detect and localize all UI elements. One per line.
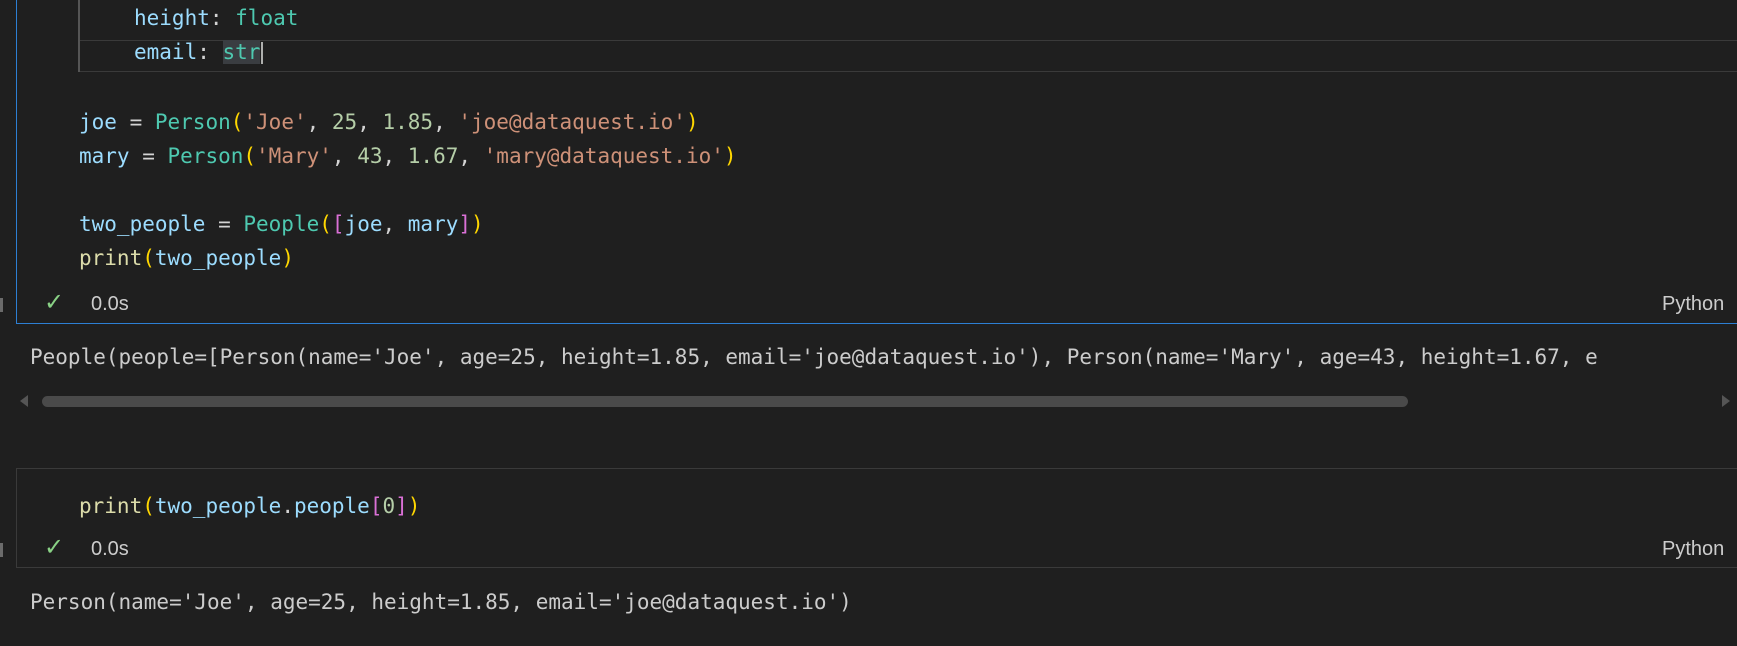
- language-selector[interactable]: Python: [1662, 293, 1724, 316]
- code-line-print[interactable]: print(two_people): [79, 246, 294, 270]
- current-line-highlight: [80, 40, 1737, 72]
- cell-output-text: Person(name='Joe', age=25, height=1.85, …: [30, 590, 852, 614]
- code-line-height[interactable]: height: float: [134, 6, 298, 30]
- scroll-left-arrow-icon[interactable]: [20, 395, 28, 407]
- execution-time: 0.0s: [91, 293, 129, 315]
- code-line-email[interactable]: email: str: [134, 40, 264, 64]
- cell-output-text: People(people=[Person(name='Joe', age=25…: [30, 345, 1598, 369]
- code-line-print-index[interactable]: print(two_people.people[0]): [79, 494, 420, 518]
- code-cell-2[interactable]: [16, 468, 1737, 568]
- scrollbar-thumb[interactable]: [42, 396, 1408, 407]
- text-cursor: [261, 42, 264, 64]
- code-line-joe[interactable]: joe = Person('Joe', 25, 1.85, 'joe@dataq…: [79, 110, 699, 134]
- cell-gutter-marker: [0, 543, 3, 557]
- code-line-two-people[interactable]: two_people = People([joe, mary]): [79, 212, 484, 236]
- cell-gutter-marker: [0, 298, 3, 312]
- success-check-icon: ✓: [44, 534, 65, 561]
- execution-time: 0.0s: [91, 538, 129, 560]
- success-check-icon: ✓: [44, 289, 65, 316]
- scroll-right-arrow-icon[interactable]: [1722, 395, 1730, 407]
- language-selector[interactable]: Python: [1662, 538, 1724, 561]
- code-line-mary[interactable]: mary = Person('Mary', 43, 1.67, 'mary@da…: [79, 144, 737, 168]
